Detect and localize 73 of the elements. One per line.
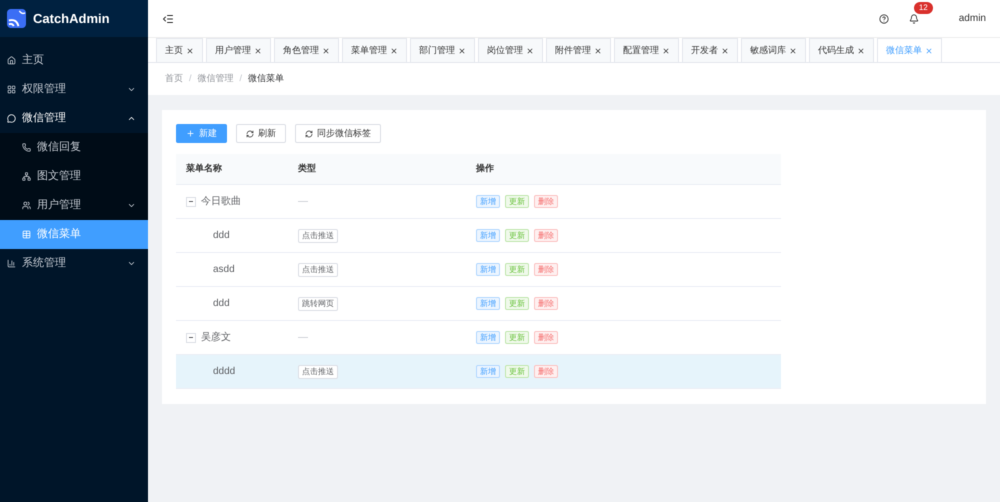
sidebar-item[interactable]: 主页 bbox=[0, 46, 148, 75]
sidebar-item[interactable]: 微信管理 bbox=[0, 104, 148, 133]
sidebar-item[interactable]: 系统管理 bbox=[0, 249, 148, 278]
close-icon[interactable] bbox=[458, 46, 466, 54]
type-tag: 点击推送 bbox=[298, 263, 338, 277]
table-cell-text: dddd bbox=[213, 365, 236, 379]
help-icon[interactable] bbox=[878, 14, 889, 24]
breadcrumb-separator: / bbox=[240, 72, 242, 86]
chevron-down-icon bbox=[127, 259, 136, 268]
tab[interactable]: 配置管理 bbox=[614, 38, 679, 62]
phone-icon bbox=[22, 143, 31, 152]
close-icon[interactable] bbox=[254, 46, 262, 54]
app-name: CatchAdmin bbox=[33, 10, 110, 28]
tab[interactable]: 菜单管理 bbox=[342, 38, 407, 62]
type-tag: 点击推送 bbox=[298, 229, 338, 243]
close-icon[interactable] bbox=[789, 46, 797, 54]
tab[interactable]: 部门管理 bbox=[410, 38, 475, 62]
column-header: 类型 bbox=[298, 162, 317, 176]
type-tag: 点击推送 bbox=[298, 365, 338, 379]
refresh-button[interactable]: 刷新 bbox=[236, 124, 286, 143]
table-cell-text: ddd bbox=[213, 297, 230, 311]
tab[interactable]: 用户管理 bbox=[206, 38, 271, 62]
refresh-button[interactable]: 同步微信标签 bbox=[295, 124, 381, 143]
table-cell-text: 吴彦文 bbox=[201, 330, 231, 345]
chevron-down-icon bbox=[127, 85, 136, 94]
breadcrumb-separator: / bbox=[189, 72, 192, 86]
close-icon[interactable] bbox=[721, 46, 729, 54]
logo-icon bbox=[7, 9, 26, 28]
sidebar-item[interactable]: 微信回复 bbox=[0, 133, 148, 162]
collapse-toggle[interactable] bbox=[186, 196, 196, 206]
close-icon[interactable] bbox=[857, 46, 865, 54]
tab[interactable]: 开发者 bbox=[682, 38, 738, 62]
username[interactable]: admin bbox=[958, 11, 986, 26]
collapse-toggle[interactable] bbox=[186, 332, 196, 342]
close-icon[interactable] bbox=[662, 46, 670, 54]
tab[interactable]: 附件管理 bbox=[546, 38, 611, 62]
chevron-up-icon bbox=[127, 114, 136, 123]
grid-icon bbox=[7, 85, 16, 94]
tab[interactable]: 岗位管理 bbox=[478, 38, 543, 62]
close-icon[interactable] bbox=[526, 46, 534, 54]
refresh-icon bbox=[246, 130, 254, 138]
sidebar-item[interactable]: 权限管理 bbox=[0, 75, 148, 104]
refresh-icon bbox=[305, 130, 313, 138]
close-icon[interactable] bbox=[390, 46, 398, 54]
column-header: 菜单名称 bbox=[185, 162, 223, 176]
table-cell-text: ddd bbox=[213, 229, 230, 243]
table-cell: — bbox=[298, 332, 308, 343]
home-icon bbox=[7, 56, 16, 65]
type-tag: 跳转网页 bbox=[298, 297, 338, 311]
plus-icon bbox=[186, 129, 195, 138]
column-header: 操作 bbox=[476, 162, 494, 176]
notification-badge: 12 bbox=[914, 2, 933, 14]
sidebar-item[interactable]: 用户管理 bbox=[0, 191, 148, 220]
sidebar-item[interactable]: 图文管理 bbox=[0, 162, 148, 191]
table-cell-text: asdd bbox=[213, 263, 235, 277]
close-icon[interactable] bbox=[186, 46, 194, 54]
chevron-down-icon bbox=[127, 201, 136, 210]
tab[interactable]: 代码生成 bbox=[809, 38, 874, 62]
menu-icon[interactable] bbox=[162, 12, 174, 24]
bar-chart-icon bbox=[7, 259, 16, 268]
chat-bubble-icon bbox=[7, 114, 16, 123]
breadcrumb-item: 微信菜单 bbox=[248, 72, 284, 86]
tab[interactable]: 角色管理 bbox=[274, 38, 339, 62]
table-icon bbox=[22, 230, 31, 239]
table-cell-text: 今日歌曲 bbox=[201, 194, 241, 209]
close-icon[interactable] bbox=[594, 46, 602, 54]
tab[interactable]: 敏感词库 bbox=[741, 38, 806, 62]
close-icon[interactable] bbox=[322, 46, 330, 54]
users-icon bbox=[22, 201, 31, 210]
table-cell: — bbox=[298, 196, 308, 207]
network-icon bbox=[22, 172, 31, 181]
notification-icon[interactable] bbox=[908, 14, 919, 24]
tab[interactable]: 主页 bbox=[156, 38, 203, 62]
